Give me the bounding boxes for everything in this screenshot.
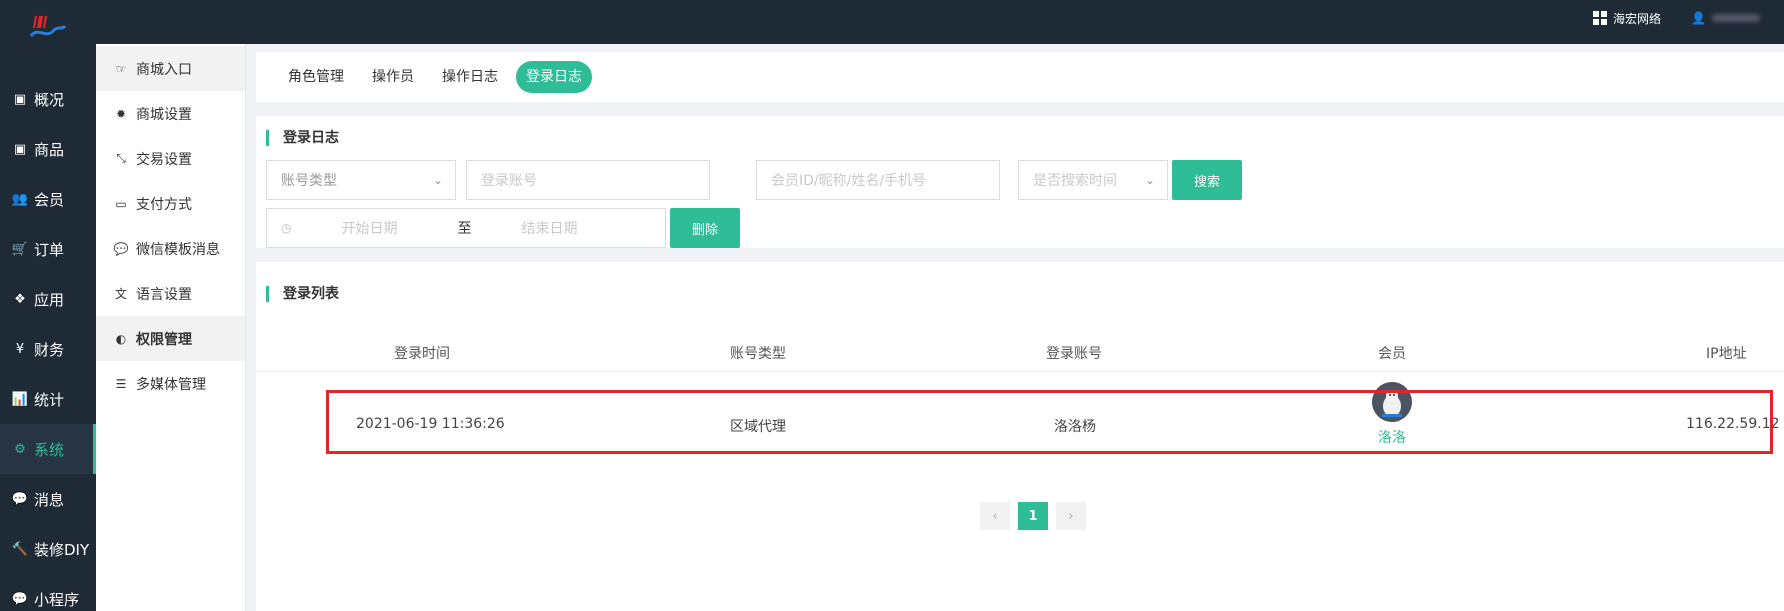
shop-switch[interactable]: 海宏网络 xyxy=(1593,10,1661,27)
next-page-button[interactable]: › xyxy=(1056,502,1086,530)
date-range-separator: 至 xyxy=(457,221,472,237)
archive-icon: ▣ xyxy=(13,141,27,157)
page-1-button[interactable]: 1 xyxy=(1018,502,1048,530)
sub-item-payment[interactable]: ▭ 支付方式 xyxy=(96,181,245,226)
yen-icon: ¥ xyxy=(15,341,25,357)
chevron-down-icon: ⌄ xyxy=(1144,173,1155,187)
col-login-time: 登录时间 xyxy=(394,346,450,362)
tab-operation-log[interactable]: 操作日志 xyxy=(432,61,508,93)
clock-icon: ◷ xyxy=(281,221,292,235)
credit-card-icon: ▭ xyxy=(115,196,127,211)
list-title: 登录列表 xyxy=(266,286,339,302)
sub-item-wechat-template[interactable]: 💬 微信模板消息 xyxy=(96,226,245,271)
prev-page-button[interactable]: ‹ xyxy=(980,502,1010,530)
hammer-icon: 🔨 xyxy=(11,541,29,557)
sub-item-permissions[interactable]: ◐ 权限管理 xyxy=(96,316,245,361)
nav-item-messages[interactable]: 💬 消息 xyxy=(0,474,96,524)
key-icon: ◐ xyxy=(115,331,127,346)
nav-item-orders[interactable]: 🛒 订单 xyxy=(0,224,96,274)
sub-item-shop-entry[interactable]: ☞ 商城入口 xyxy=(96,46,245,91)
shop-name: 海宏网络 xyxy=(1613,11,1662,26)
tab-roles[interactable]: 角色管理 xyxy=(278,61,354,93)
col-login-account: 登录账号 xyxy=(1046,346,1102,362)
hand-right-icon: ☞ xyxy=(115,61,127,76)
nav-item-apps[interactable]: ❖ 应用 xyxy=(0,274,96,324)
table-header: 登录时间 账号类型 登录账号 会员 IP地址 xyxy=(256,330,1784,372)
nav-item-miniprogram[interactable]: 💬 小程序 xyxy=(0,574,96,611)
wechat-icon: 💬 xyxy=(11,591,29,607)
top-bar: 海宏网络 👤 xyxy=(0,0,1784,44)
end-date-input[interactable]: 结束日期 xyxy=(521,218,577,238)
tab-operators[interactable]: 操作员 xyxy=(362,61,424,93)
time-filter-select[interactable]: 是否搜索时间 ⌄ xyxy=(1018,160,1168,200)
user-icon: 👤 xyxy=(1691,11,1706,25)
sub-item-media[interactable]: ☰ 多媒体管理 xyxy=(96,361,245,406)
nav-item-finance[interactable]: ¥ 财务 xyxy=(0,324,96,374)
nav-item-goods[interactable]: ▣ 商品 xyxy=(0,124,96,174)
sub-item-language[interactable]: 文语言设置 xyxy=(96,271,245,316)
start-date-input[interactable]: 开始日期 xyxy=(341,218,397,238)
nav-item-diy[interactable]: 🔨 装修DIY xyxy=(0,524,96,574)
comment-icon: 💬 xyxy=(11,491,29,507)
search-button[interactable]: 搜索 xyxy=(1172,160,1242,200)
search-panel: 登录日志 账号类型 ⌄ 登录账号 会员ID/昵称/姓名/手机号 是否搜索时间 ⌄… xyxy=(256,116,1784,248)
col-account-type: 账号类型 xyxy=(730,346,786,362)
wechat-icon: 💬 xyxy=(113,241,129,256)
pagination: ‹ 1 › xyxy=(980,502,1086,530)
account-type-select[interactable]: 账号类型 ⌄ xyxy=(266,160,456,200)
cart-icon: 🛒 xyxy=(11,241,29,257)
member-search-input[interactable]: 会员ID/昵称/姓名/手机号 xyxy=(756,160,1000,200)
users-icon: 👥 xyxy=(11,191,29,207)
gear-icon: ✹ xyxy=(115,106,127,121)
tab-bar: 角色管理 操作员 操作日志 登录日志 xyxy=(256,52,1784,102)
bar-chart-icon: 📊 xyxy=(11,391,29,407)
nav-item-stats[interactable]: 📊 统计 xyxy=(0,374,96,424)
login-account-input[interactable]: 登录账号 xyxy=(466,160,710,200)
search-title: 登录日志 xyxy=(266,130,339,146)
hh-wave-logo[interactable] xyxy=(28,12,68,42)
login-list-panel: 登录列表 登录时间 账号类型 登录账号 会员 IP地址 2021-06-19 1… xyxy=(256,262,1784,611)
date-range-picker[interactable]: ◷ 开始日期 至 结束日期 xyxy=(266,208,666,248)
sub-item-trade-settings[interactable]: ⤡ 交易设置 xyxy=(96,136,245,181)
nav-item-members[interactable]: 👥 会员 xyxy=(0,174,96,224)
cogs-icon: ⚙ xyxy=(14,441,26,457)
compress-icon: ⤡ xyxy=(116,151,126,165)
delete-button[interactable]: 删除 xyxy=(670,208,740,248)
list-icon: ☰ xyxy=(115,376,127,391)
sub-sidebar: ☞ 商城入口 ✹ 商城设置 ⤡ 交易设置 ▭ 支付方式 💬 微信模板消息 文语言设置 ◐ 权… xyxy=(96,44,246,611)
user-menu[interactable]: 👤 xyxy=(1691,11,1760,25)
tab-login-log[interactable]: 登录日志 xyxy=(516,61,592,93)
main-sidebar: ▣ 概况 ▣ 商品 👥 会员 🛒 订单 ❖ 应用 ¥ 财务 📊 统计 ⚙ 系统 💬 消息 🔨 装修D… xyxy=(0,44,96,611)
chevron-down-icon: ⌄ xyxy=(432,173,443,187)
grid-icon xyxy=(1593,11,1608,25)
apps-icon: ❖ xyxy=(14,291,26,307)
nav-item-system[interactable]: ⚙ 系统 xyxy=(0,424,96,474)
highlight-annotation-box xyxy=(326,390,1773,454)
translate-icon: 文 xyxy=(114,287,127,301)
user-name-blurred xyxy=(1712,14,1760,22)
main-content: 角色管理 操作员 操作日志 登录日志 登录日志 账号类型 ⌄ 登录账号 会员ID… xyxy=(256,52,1784,611)
nav-item-overview[interactable]: ▣ 概况 xyxy=(0,74,96,124)
dashboard-icon: ▣ xyxy=(13,91,27,107)
sub-item-shop-settings[interactable]: ✹ 商城设置 xyxy=(96,91,245,136)
col-member: 会员 xyxy=(1378,346,1406,362)
col-ip: IP地址 xyxy=(1706,346,1747,362)
